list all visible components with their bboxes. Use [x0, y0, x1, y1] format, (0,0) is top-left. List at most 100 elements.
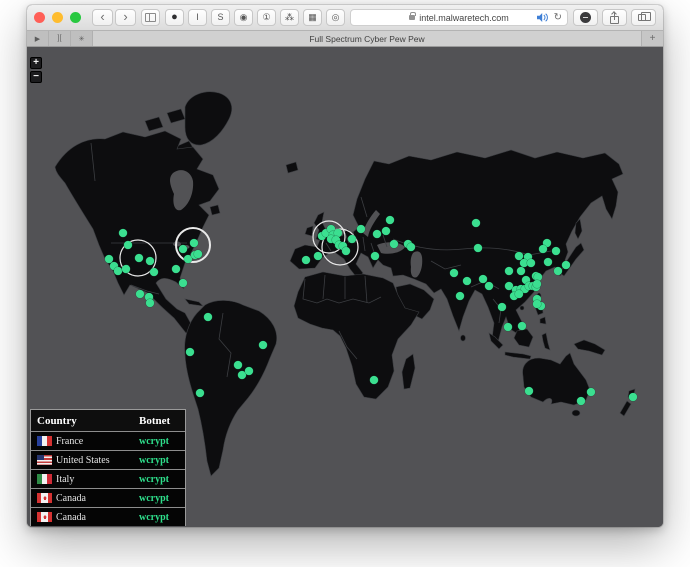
- country-name: United States: [56, 455, 110, 466]
- infection-dot: [204, 313, 213, 322]
- infection-dot: [124, 241, 133, 250]
- pinned-tab-video[interactable]: ▶: [27, 31, 49, 46]
- infection-dot: [479, 275, 488, 284]
- country-name: Canada: [56, 512, 86, 523]
- info-circle-icon: ①: [262, 13, 270, 22]
- infection-dot: [515, 290, 524, 299]
- infection-dot: [136, 290, 145, 299]
- reload-icon[interactable]: ↻: [554, 12, 562, 23]
- browser-toolbar: ‹ › ● I S ◉ ① ⁂ ▦ ◎ intel.malwaretech.com ↻: [27, 5, 663, 31]
- infection-dot: [527, 259, 536, 268]
- table-row: Italywcrypt: [31, 469, 185, 488]
- shutter-icon-button[interactable]: ◉: [234, 9, 253, 26]
- infection-dot: [342, 247, 351, 256]
- infection-dot: [587, 388, 596, 397]
- close-window-button[interactable]: [34, 12, 45, 23]
- lock-icon: [409, 15, 415, 20]
- infection-dot: [450, 269, 459, 278]
- botnet-name[interactable]: wcrypt: [139, 455, 169, 466]
- infection-dot: [577, 397, 586, 406]
- target-circle-icon-button[interactable]: ◎: [326, 9, 345, 26]
- address-bar[interactable]: intel.malwaretech.com ↻: [350, 9, 568, 26]
- infection-dot: [518, 322, 527, 331]
- share-button[interactable]: [602, 9, 627, 26]
- fr-flag-icon: [37, 436, 52, 446]
- url-text: intel.malwaretech.com: [419, 13, 509, 23]
- infection-dot: [146, 299, 155, 308]
- toolbar-right-buttons: [573, 9, 656, 26]
- infection-dot: [474, 244, 483, 253]
- sidebar-button[interactable]: [141, 9, 160, 26]
- infection-dot: [234, 361, 243, 370]
- maximize-window-button[interactable]: [70, 12, 81, 23]
- share-icon: [610, 16, 619, 24]
- browser-window: ‹ › ● I S ◉ ① ⁂ ▦ ◎ intel.malwaretech.com ↻: [27, 5, 663, 527]
- infection-dot: [390, 240, 399, 249]
- infection-dot: [302, 256, 311, 265]
- i-extension-icon-button[interactable]: I: [188, 9, 207, 26]
- infection-dot: [146, 257, 155, 266]
- infection-dot: [533, 300, 542, 309]
- s-extension-icon-button[interactable]: S: [211, 9, 230, 26]
- infection-dot: [196, 389, 205, 398]
- infection-dot: [539, 245, 548, 254]
- infection-dot: [456, 292, 465, 301]
- country-header: Country: [31, 415, 137, 427]
- forward-button[interactable]: ›: [115, 9, 136, 26]
- infection-dot: [179, 245, 188, 254]
- map-viewport[interactable]: + − Country Botnet FrancewcryptUnited St…: [27, 47, 663, 527]
- table-row: Canadawcrypt: [31, 488, 185, 507]
- infection-dot: [150, 268, 159, 277]
- sidebar-icon: [145, 13, 156, 22]
- paw-icon-button[interactable]: ⁂: [280, 9, 299, 26]
- table-row: United States wcrypt: [31, 450, 185, 469]
- table-row: Canada wcrypt: [31, 507, 185, 526]
- botnet-name[interactable]: wcrypt: [139, 512, 169, 523]
- qr-grid-icon: ▦: [308, 13, 317, 22]
- infection-dot: [386, 216, 395, 225]
- infection-dot: [485, 282, 494, 291]
- pinned-tab-brackets[interactable]: ][: [49, 31, 71, 46]
- infection-dot: [533, 280, 542, 289]
- infection-dot: [562, 261, 571, 270]
- botnet-name[interactable]: wcrypt: [139, 474, 169, 485]
- infection-dot: [498, 303, 507, 312]
- infection-dot: [194, 250, 203, 259]
- it-flag-icon: [37, 474, 52, 484]
- zoom-in-button[interactable]: +: [30, 57, 42, 69]
- back-button[interactable]: ‹: [92, 9, 113, 26]
- extension-buttons: ● I S ◉ ① ⁂ ▦ ◎: [165, 9, 345, 26]
- audio-playing-icon[interactable]: [537, 13, 549, 22]
- tab-bar: ▶][✳ Full Spectrum Cyber Pew Pew +: [27, 31, 663, 47]
- botnet-name[interactable]: wcrypt: [139, 493, 169, 504]
- info-circle-icon-button[interactable]: ①: [257, 9, 276, 26]
- i-extension-icon: I: [196, 13, 199, 22]
- show-tabs-button[interactable]: [631, 9, 656, 26]
- botnet-name[interactable]: wcrypt: [139, 436, 169, 447]
- infection-dot: [504, 323, 513, 332]
- infection-dot: [190, 239, 199, 248]
- infection-dot: [348, 235, 357, 244]
- infection-dot: [314, 252, 323, 261]
- minimize-window-button[interactable]: [52, 12, 63, 23]
- map-zoom-controls: + −: [30, 57, 42, 85]
- pinned-tab-gear[interactable]: ✳: [71, 31, 93, 46]
- shutter-icon: ◉: [240, 13, 248, 22]
- s-extension-icon: S: [217, 13, 223, 22]
- infection-dot: [505, 267, 514, 276]
- infection-dot: [552, 247, 561, 256]
- zoom-out-button[interactable]: −: [30, 71, 42, 83]
- qr-grid-icon-button[interactable]: ▦: [303, 9, 322, 26]
- extension-circle-button[interactable]: [573, 9, 598, 26]
- table-row: France wcrypt: [31, 431, 185, 450]
- adblock-icon-button[interactable]: ●: [165, 9, 184, 26]
- infection-dot: [370, 376, 379, 385]
- screen: ‹ › ● I S ◉ ① ⁂ ▦ ◎ intel.malwaretech.com ↻: [0, 0, 690, 567]
- adblock-icon: ●: [171, 12, 178, 23]
- infection-dot: [245, 367, 254, 376]
- new-tab-button[interactable]: +: [641, 31, 663, 46]
- tabs-overview-icon: [638, 14, 646, 21]
- infection-dot: [122, 265, 131, 274]
- country-name: France: [56, 436, 83, 447]
- active-tab[interactable]: Full Spectrum Cyber Pew Pew: [93, 31, 641, 46]
